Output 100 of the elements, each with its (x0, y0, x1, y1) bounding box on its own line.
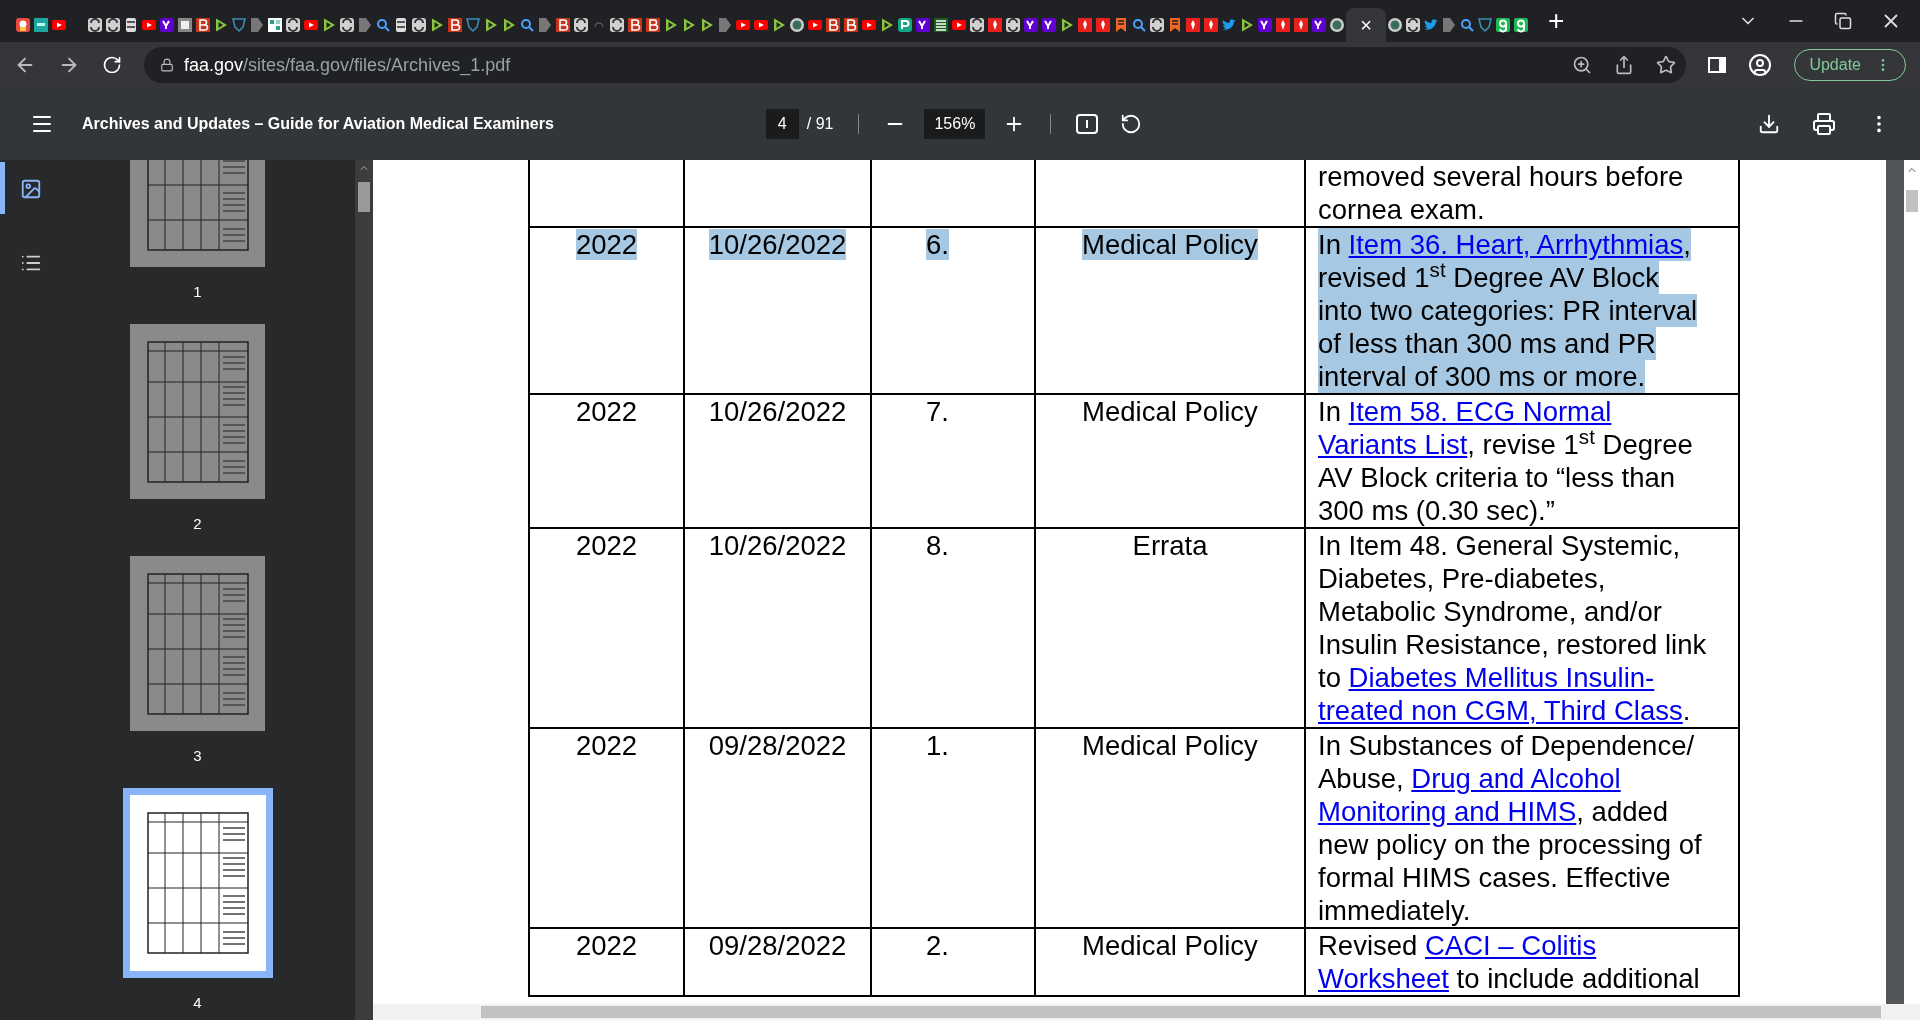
page-thumbnail[interactable] (130, 556, 265, 731)
page-thumbnail[interactable] (130, 324, 265, 499)
year-cell: 2022 (575, 730, 638, 761)
horizontal-scrollbar[interactable] (373, 1004, 1920, 1020)
logo-icon (645, 17, 661, 33)
page-scrollbar[interactable] (1904, 160, 1920, 1004)
square-icon (177, 17, 193, 33)
category-cell: Errata (1132, 530, 1208, 561)
page-number-label: 2 (193, 514, 202, 534)
chevron-icon (357, 17, 373, 33)
play-icon (771, 17, 787, 33)
logo-icon (555, 17, 571, 33)
document-title: Archives and Updates – Guide for Aviation Medical Examiners (82, 114, 554, 134)
restore-icon[interactable] (1834, 12, 1852, 30)
description-cell-text: In Item 36. Heart, Arrhythmias, revised 1$^{st}$ Degree AV Block into two categories: PR interval of less than 300 ms and PR interval of 300 ms or more. (1318, 228, 1699, 393)
logo-icon (1513, 17, 1529, 33)
thumbnails-icon[interactable] (20, 178, 42, 200)
video-icon (807, 17, 823, 33)
category-cell: Medical Policy (1082, 229, 1258, 260)
scrollbar-thumb[interactable] (358, 182, 370, 212)
jar-icon (393, 17, 409, 33)
play-icon (213, 17, 229, 33)
swirl-icon (1405, 17, 1421, 33)
profile-icon[interactable] (1748, 53, 1773, 77)
seal-icon (1329, 17, 1345, 33)
bird-icon (1423, 17, 1439, 33)
logo-icon (159, 17, 175, 33)
item-number-cell: 6. (926, 229, 949, 260)
sidebar-scrollbar[interactable] (355, 160, 373, 1020)
description-cell-text: removed several hours before cornea exam. (1318, 160, 1685, 226)
play-icon (663, 17, 679, 33)
new-tab-button[interactable]: + (1548, 7, 1565, 35)
zoom-icon[interactable] (1572, 55, 1593, 75)
description-cell-text: In Item 48. General Systemic, Diabetes, Pre-diabetes, Metabolic Syndrome, and/or Insulin Resistance, restored link to Diabetes Mellitus Insulin- treated non CGM, Third Class. (1318, 529, 1708, 727)
bird-icon (1221, 17, 1237, 33)
swirl-icon (1149, 17, 1165, 33)
play-icon (699, 17, 715, 33)
date-cell: 10/26/2022 (708, 229, 847, 260)
fit-page-icon[interactable] (1076, 114, 1099, 134)
play-icon (1239, 17, 1255, 33)
pin-icon (1077, 17, 1093, 33)
logo-icon (897, 17, 913, 33)
seal-icon (789, 17, 805, 33)
bookmark-icon (1113, 17, 1129, 33)
logo-icon (1257, 17, 1273, 33)
rotate-icon[interactable] (1120, 113, 1143, 135)
document-link[interactable]: Monitoring and HIMS (1318, 796, 1577, 827)
share-icon[interactable] (1614, 55, 1635, 75)
browser-tab[interactable]: × (1346, 8, 1386, 42)
video-icon (141, 17, 157, 33)
logo-icon (843, 17, 859, 33)
address-field[interactable]: faa.gov/sites/faa.gov/files/Archives_1.pdf (144, 47, 1687, 83)
reload-icon[interactable] (102, 55, 122, 75)
scrollbar-thumb[interactable] (1906, 190, 1918, 212)
swirl-icon (1005, 17, 1021, 33)
document-link[interactable]: Drug and Alcohol (1411, 763, 1621, 794)
print-icon[interactable] (1812, 112, 1836, 136)
document-link[interactable]: Diabetes Mellitus Insulin- (1348, 662, 1655, 693)
document-link[interactable]: Worksheet (1318, 963, 1449, 994)
play-icon (1059, 17, 1075, 33)
pin-icon (1203, 17, 1219, 33)
category-cell: Medical Policy (1082, 730, 1258, 761)
page-thumbnail[interactable] (122, 788, 273, 978)
scrollbar-thumb[interactable] (481, 1006, 1881, 1018)
logo-icon (447, 17, 463, 33)
item-number-cell: 8. (926, 530, 949, 561)
bookmark-star-icon[interactable] (1656, 55, 1677, 75)
pin-icon (1275, 17, 1291, 33)
item-number-cell: 1. (926, 730, 949, 761)
close-tab-button[interactable]: × (1360, 15, 1372, 35)
play-icon (681, 17, 697, 33)
logo-icon (1495, 17, 1511, 33)
swirl-icon (285, 17, 301, 33)
year-cell: 2022 (575, 530, 638, 561)
swirl-icon (609, 17, 625, 33)
page-number-label: 3 (193, 746, 202, 766)
play-icon (429, 17, 445, 33)
date-cell: 10/26/2022 (708, 530, 847, 561)
video-icon (861, 17, 877, 33)
search-icon (375, 17, 391, 33)
square-icon (33, 17, 49, 33)
document-link[interactable]: CACI – Colitis (1425, 930, 1597, 961)
pin-icon (1185, 17, 1201, 33)
date-cell: 09/28/2022 (708, 930, 847, 961)
document-link[interactable]: treated non CGM, Third Class (1318, 695, 1683, 726)
pin-icon (1095, 17, 1111, 33)
chevron-icon (249, 17, 265, 33)
document-link[interactable]: Item 58. ECG Normal (1348, 396, 1612, 427)
swirl-icon (87, 17, 103, 33)
logo-icon (195, 17, 211, 33)
document-link[interactable]: Item 36. Heart, Arrhythmias (1348, 229, 1684, 260)
description-cell-text: Revised CACI – Colitis Worksheet to include additional (1318, 929, 1701, 995)
seal-icon (1387, 17, 1403, 33)
url-text: faa.gov/sites/faa.gov/files/Archives_1.pdf (184, 53, 511, 78)
chevron-icon (537, 17, 553, 33)
download-icon[interactable] (1758, 113, 1780, 135)
page-number-field[interactable]: 4 (765, 109, 799, 139)
zoom-level-field[interactable]: 156% (924, 109, 986, 139)
side-panel-icon[interactable] (1708, 57, 1727, 73)
page-number-label: 4 (193, 993, 202, 1013)
